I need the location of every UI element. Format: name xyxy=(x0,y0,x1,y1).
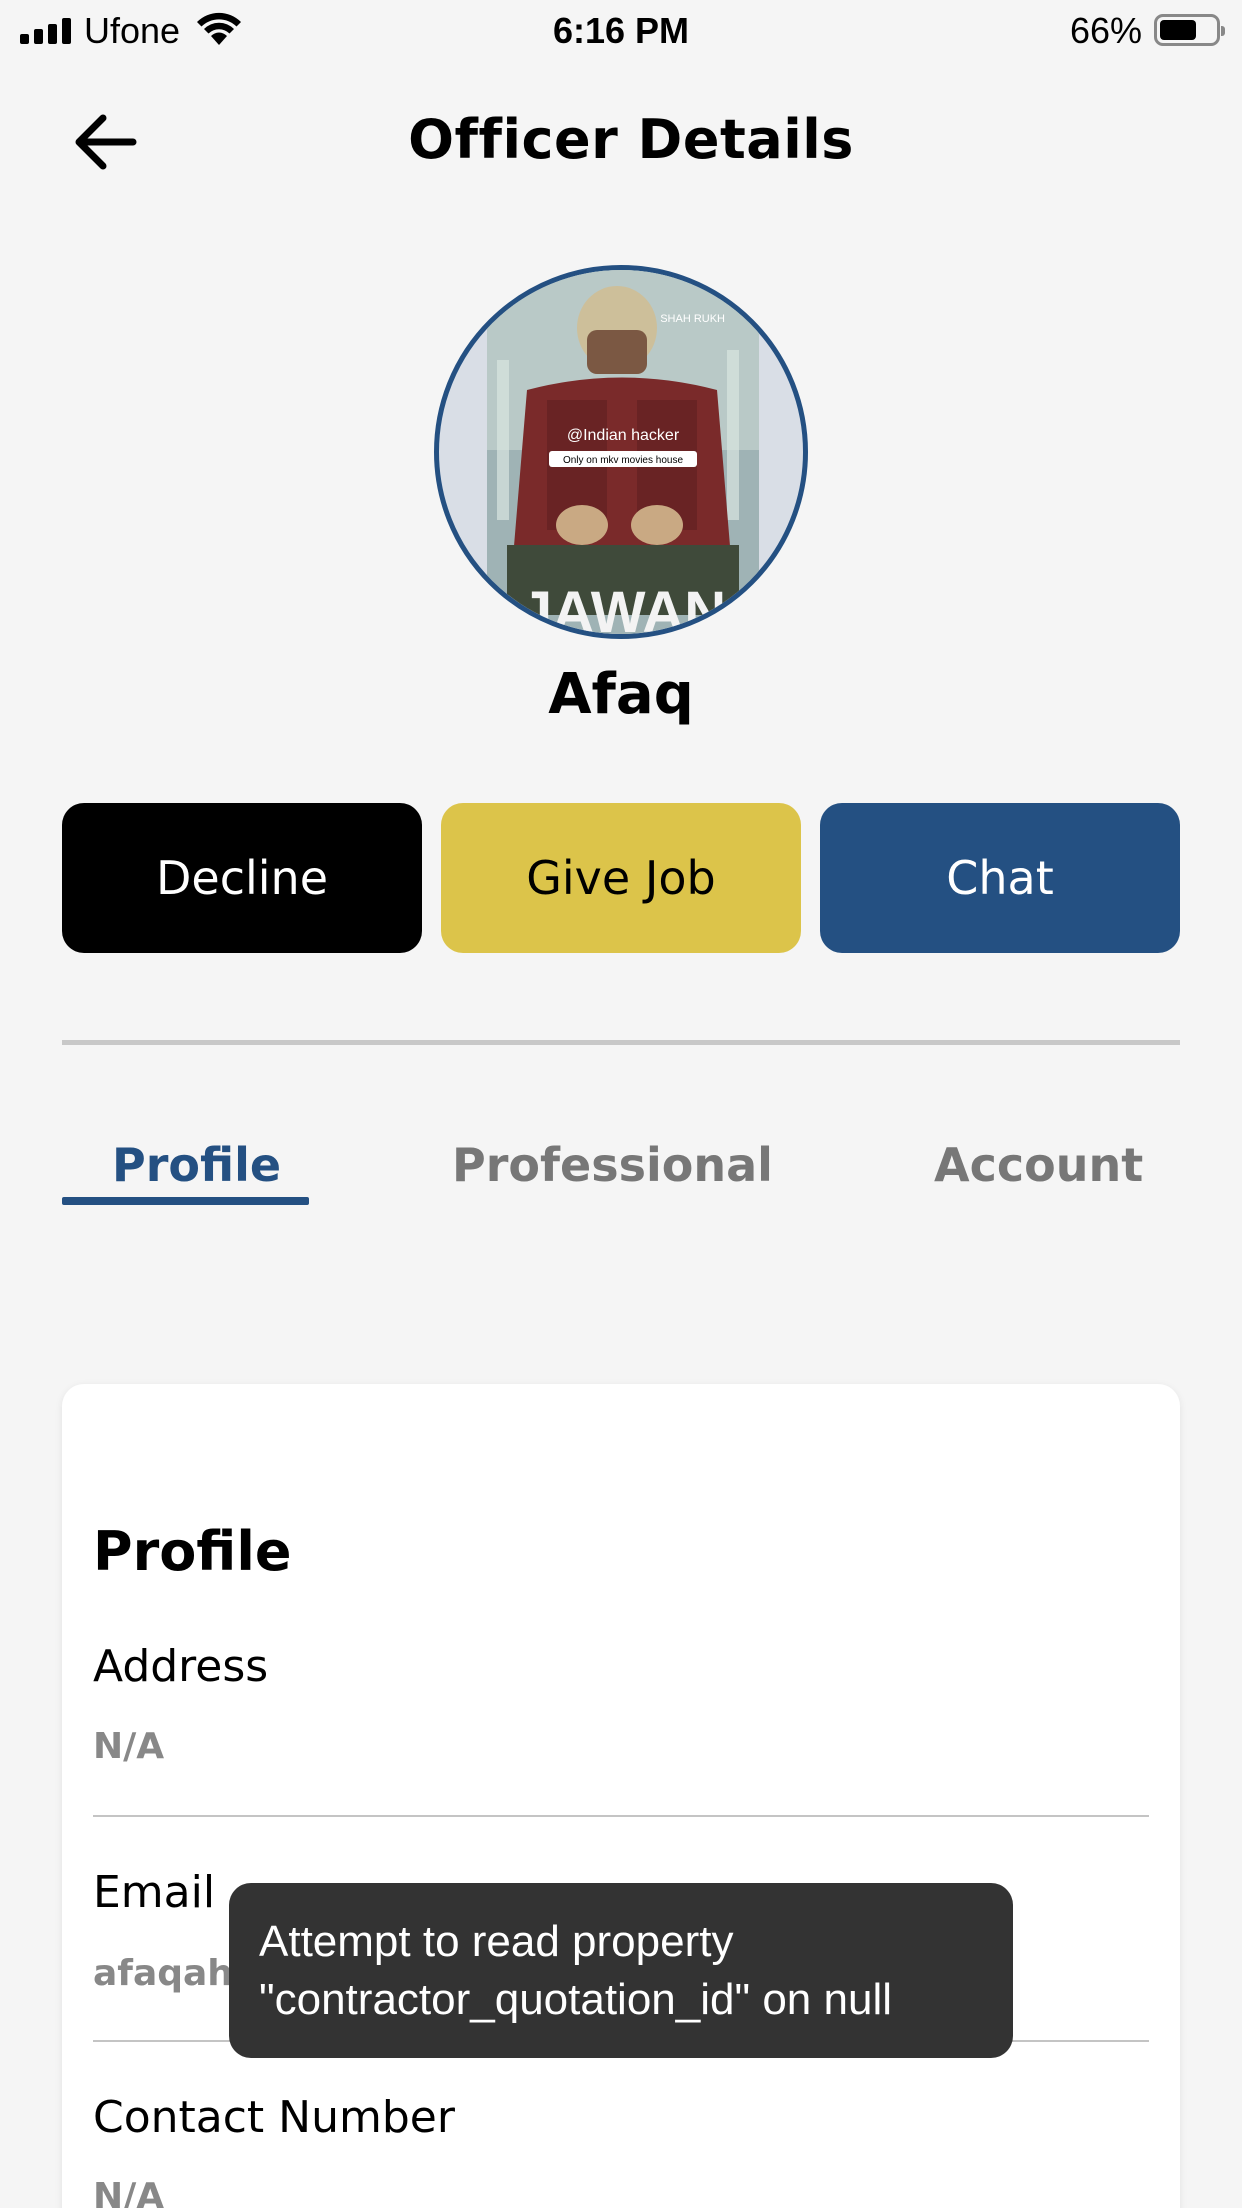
decline-button[interactable]: Decline xyxy=(62,803,422,953)
section-divider xyxy=(62,1040,1180,1045)
profile-card xyxy=(62,1384,1180,2208)
tab-account[interactable]: Account xyxy=(934,1138,1143,1192)
email-label: Email xyxy=(93,1867,216,1918)
poster-tagline: Only on mkv movies house xyxy=(563,455,683,466)
avatar: SHAH RUKH @Indian hacker Only on mkv mov… xyxy=(434,265,808,639)
address-label: Address xyxy=(93,1641,269,1692)
toast-line-2: "contractor_quotation_id" on null xyxy=(259,1975,892,2024)
contact-number-value: N/A xyxy=(93,2176,165,2208)
battery-icon xyxy=(1154,14,1225,46)
address-value: N/A xyxy=(93,1726,165,1767)
give-job-button[interactable]: Give Job xyxy=(441,803,801,953)
clock: 6:16 PM xyxy=(552,10,690,51)
tab-professional[interactable]: Professional xyxy=(452,1138,773,1192)
tab-profile[interactable]: Profile xyxy=(112,1138,281,1192)
contact-number-label: Contact Number xyxy=(93,2092,455,2143)
status-bar: Ufone 6:16 PM 66% xyxy=(0,0,1242,62)
toast-line-1: Attempt to read property xyxy=(259,1917,734,1966)
card-title: Profile xyxy=(93,1520,292,1583)
poster-top-text: SHAH RUKH xyxy=(660,313,725,325)
row-divider xyxy=(93,1815,1149,1817)
officer-name: Afaq xyxy=(548,662,694,727)
battery-level xyxy=(1160,20,1196,40)
poster-handle: @Indian hacker xyxy=(567,427,680,444)
battery-percent: 66% xyxy=(1069,10,1142,51)
poster-title: JAWAN xyxy=(520,580,726,639)
page-title: Officer Details xyxy=(408,108,854,171)
chat-button[interactable]: Chat xyxy=(820,803,1180,953)
active-tab-indicator xyxy=(62,1197,309,1205)
avatar-poster-image: SHAH RUKH @Indian hacker Only on mkv mov… xyxy=(487,270,759,639)
error-toast: Attempt to read property "contractor_quo… xyxy=(229,1883,1013,2058)
